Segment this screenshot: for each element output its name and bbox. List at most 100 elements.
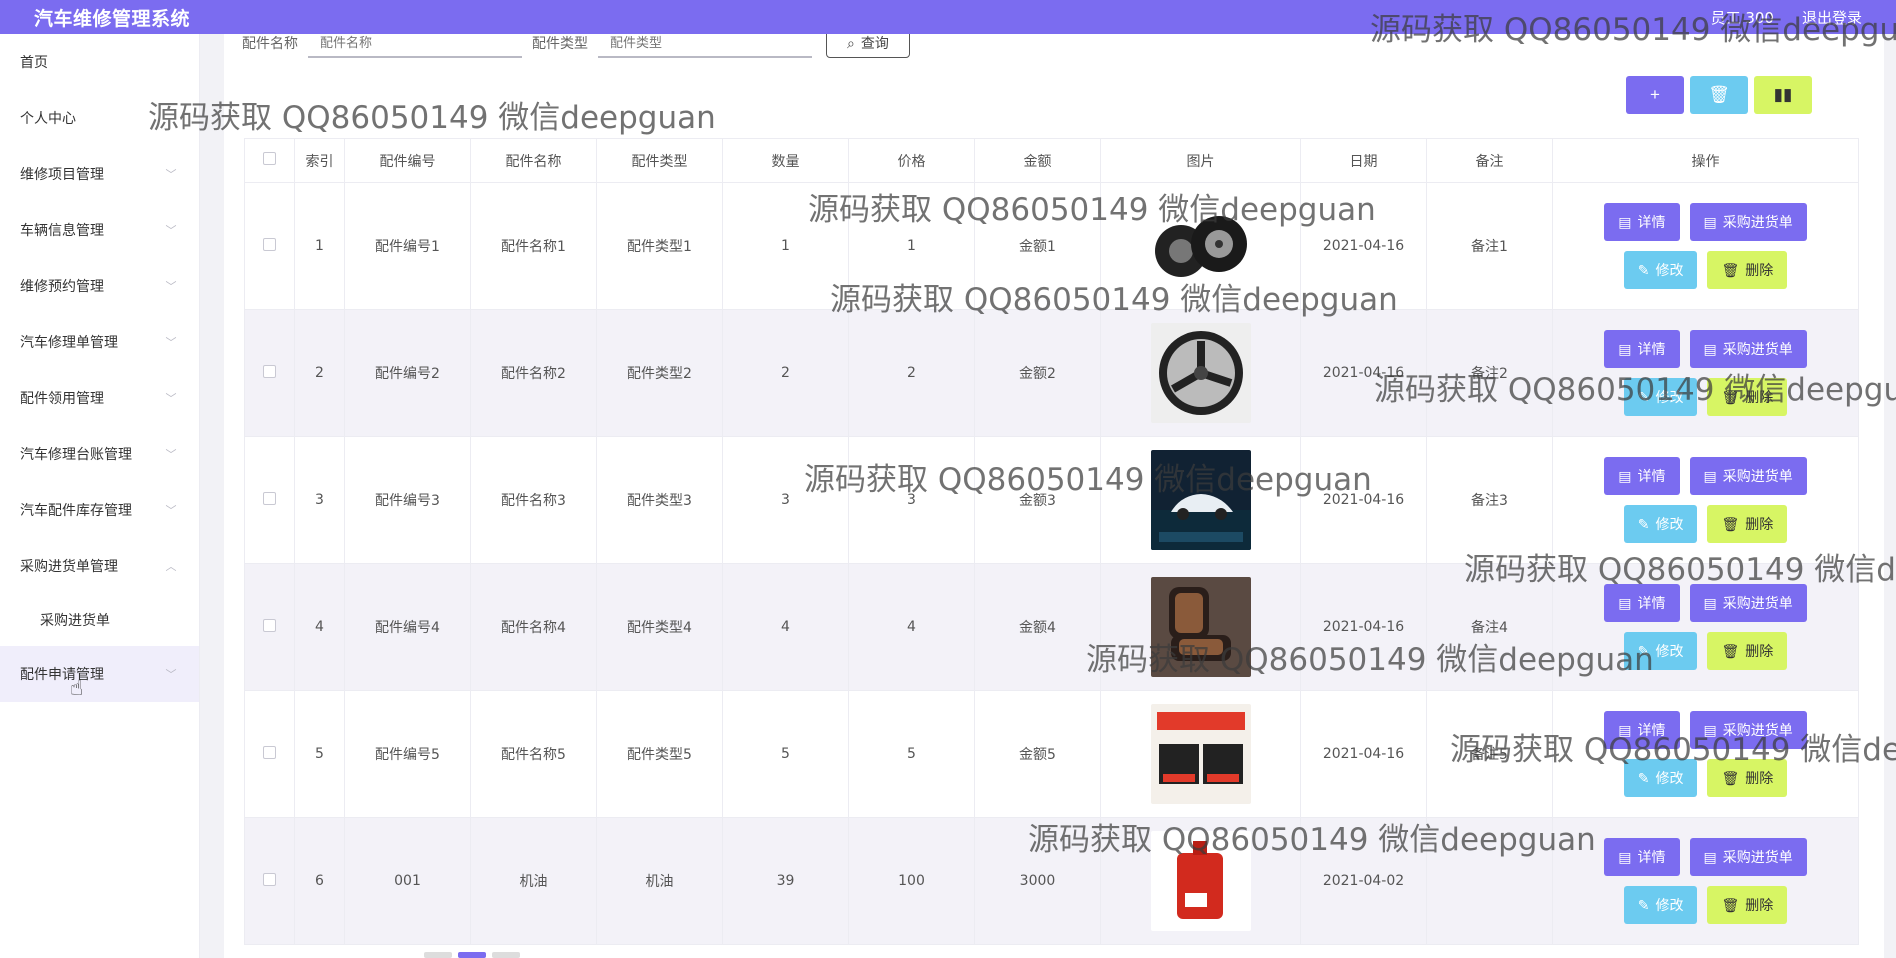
header-image: 图片: [1100, 138, 1301, 183]
purchase-order-button[interactable]: ▤ 采购进货单: [1689, 203, 1807, 241]
delete-button[interactable]: 🗑 删除: [1707, 378, 1788, 416]
sidebar-item-home[interactable]: 首页: [0, 34, 199, 90]
sidebar-item-purchase-management[interactable]: 采购进货单管理 ︿: [0, 538, 199, 594]
detail-button[interactable]: ▤ 详情: [1604, 838, 1680, 876]
header-qty: 数量: [722, 138, 849, 183]
edit-button[interactable]: ✎ 修改: [1623, 886, 1698, 924]
purchase-order-button[interactable]: ▤ 采购进货单: [1689, 838, 1807, 876]
cell-image: [1100, 563, 1301, 691]
cell-price: 2: [848, 309, 975, 437]
plus-icon: +: [1650, 85, 1660, 104]
pagination[interactable]: [424, 952, 520, 958]
purchase-order-button[interactable]: ▤ 采购进货单: [1689, 457, 1807, 495]
part-image[interactable]: [1150, 450, 1251, 550]
delete-button[interactable]: 🗑 删除: [1707, 632, 1788, 670]
chart-button[interactable]: ▮▮: [1754, 76, 1812, 114]
cell-qty: 5: [722, 690, 849, 818]
detail-button[interactable]: ▤ 详情: [1604, 330, 1680, 368]
sidebar-item-repair-project[interactable]: 维修项目管理 ﹀: [0, 146, 199, 202]
name-label: 配件名称: [242, 36, 298, 52]
detail-button[interactable]: ▤ 详情: [1604, 457, 1680, 495]
batch-delete-button[interactable]: 🗑: [1690, 76, 1748, 114]
sidebar: 首页 个人中心 维修项目管理 ﹀ 车辆信息管理 ﹀ 维修预约管理 ﹀ 汽车修理单管理 ﹀…: [0, 34, 200, 958]
delete-button[interactable]: 🗑 删除: [1707, 251, 1788, 289]
cell-actions: ▤ 详情 ▤ 采购进货单 ✎ 修改 🗑 删除: [1552, 182, 1859, 310]
header-type: 配件类型: [596, 138, 723, 183]
row-checkbox[interactable]: [244, 309, 295, 437]
cell-note: 备注4: [1426, 563, 1553, 691]
chevron-down-icon: ﹀: [165, 224, 177, 237]
cell-date: 2021-04-16: [1300, 563, 1427, 691]
delete-button[interactable]: 🗑 删除: [1707, 759, 1788, 797]
part-image[interactable]: [1150, 704, 1251, 804]
row-checkbox[interactable]: [244, 817, 295, 945]
sidebar-item-parts-usage[interactable]: 配件领用管理 ﹀: [0, 370, 199, 426]
page-indicator-active[interactable]: [458, 952, 486, 958]
sidebar-item-vehicle-info[interactable]: 车辆信息管理 ﹀: [0, 202, 199, 258]
table-row: 5 配件编号5 配件名称5 配件类型5 5 5 金额5 2021-04-16 备注5 ▤ 详情 ▤ 采购…: [244, 690, 1859, 818]
detail-button[interactable]: ▤ 详情: [1604, 584, 1680, 622]
sidebar-item-parts-inventory[interactable]: 汽车配件库存管理 ﹀: [0, 482, 199, 538]
top-bar: 汽车维修管理系统 员工 300 退出登录: [0, 0, 1896, 34]
cell-amount: 金额2: [974, 309, 1101, 437]
cell-code: 配件编号5: [344, 690, 471, 818]
cell-date: 2021-04-16: [1300, 182, 1427, 310]
cell-qty: 3: [722, 436, 849, 564]
part-image[interactable]: [1150, 577, 1251, 677]
cell-code: 配件编号1: [344, 182, 471, 310]
cell-amount: 金额3: [974, 436, 1101, 564]
trash-icon: 🗑: [1721, 642, 1740, 659]
sidebar-item-repair-order[interactable]: 汽车修理单管理 ﹀: [0, 314, 199, 370]
pencil-icon: ✎: [1637, 388, 1650, 405]
delete-button[interactable]: 🗑 删除: [1707, 886, 1788, 924]
logout-link[interactable]: 退出登录: [1802, 7, 1862, 28]
pencil-icon: ✎: [1637, 769, 1650, 786]
purchase-order-button[interactable]: ▤ 采购进货单: [1689, 584, 1807, 622]
select-all-checkbox[interactable]: [244, 138, 295, 183]
cell-code: 配件编号4: [344, 563, 471, 691]
cell-image: [1100, 182, 1301, 310]
search-icon: ⌕: [847, 34, 855, 51]
row-checkbox[interactable]: [244, 182, 295, 310]
row-checkbox[interactable]: [244, 436, 295, 564]
delete-button[interactable]: 🗑 删除: [1707, 505, 1788, 543]
cell-note: 备注3: [1426, 436, 1553, 564]
purchase-order-button[interactable]: ▤ 采购进货单: [1689, 711, 1807, 749]
document-icon: ▤: [1618, 721, 1632, 738]
detail-button[interactable]: ▤ 详情: [1604, 203, 1680, 241]
page-indicator[interactable]: [424, 952, 452, 958]
row-checkbox[interactable]: [244, 690, 295, 818]
app-title: 汽车维修管理系统: [34, 7, 191, 30]
document-icon: ▤: [1618, 213, 1632, 230]
row-checkbox[interactable]: [244, 563, 295, 691]
page-indicator[interactable]: [492, 952, 520, 958]
cell-name: 配件名称4: [470, 563, 597, 691]
edit-button[interactable]: ✎ 修改: [1623, 759, 1698, 797]
chevron-down-icon: ﹀: [165, 336, 177, 349]
purchase-order-button[interactable]: ▤ 采购进货单: [1689, 330, 1807, 368]
trash-icon: 🗑: [1721, 261, 1740, 278]
sidebar-item-repair-appointment[interactable]: 维修预约管理 ﹀: [0, 258, 199, 314]
edit-button[interactable]: ✎ 修改: [1623, 505, 1698, 543]
cell-image: [1100, 309, 1301, 437]
edit-button[interactable]: ✎ 修改: [1623, 378, 1698, 416]
part-image[interactable]: [1150, 196, 1251, 296]
edit-button[interactable]: ✎ 修改: [1623, 632, 1698, 670]
cell-price: 3: [848, 436, 975, 564]
edit-button[interactable]: ✎ 修改: [1623, 251, 1698, 289]
table-row: 4 配件编号4 配件名称4 配件类型4 4 4 金额4 2021-04-16 备注4 ▤ 详情 ▤ 采购…: [244, 563, 1859, 691]
sidebar-item-repair-ledger[interactable]: 汽车修理台账管理 ﹀: [0, 426, 199, 482]
header-price: 价格: [848, 138, 975, 183]
cell-index: 2: [294, 309, 345, 437]
table-row: 6 001 机油 机油 39 100 3000 2021-04-02 ▤ 详情 ▤ 采购进货单 ✎ 修改 🗑…: [244, 817, 1859, 945]
sidebar-item-profile[interactable]: 个人中心: [0, 90, 199, 146]
document-icon: ▤: [1703, 594, 1717, 611]
sidebar-item-parts-application[interactable]: 配件申请管理 ﹀: [0, 646, 199, 702]
cell-image: [1100, 436, 1301, 564]
document-icon: ▤: [1703, 721, 1717, 738]
detail-button[interactable]: ▤ 详情: [1604, 711, 1680, 749]
part-image[interactable]: [1150, 831, 1251, 931]
add-button[interactable]: +: [1626, 76, 1684, 114]
part-image[interactable]: [1150, 323, 1251, 423]
sidebar-item-purchase-order[interactable]: 采购进货单: [0, 594, 199, 646]
